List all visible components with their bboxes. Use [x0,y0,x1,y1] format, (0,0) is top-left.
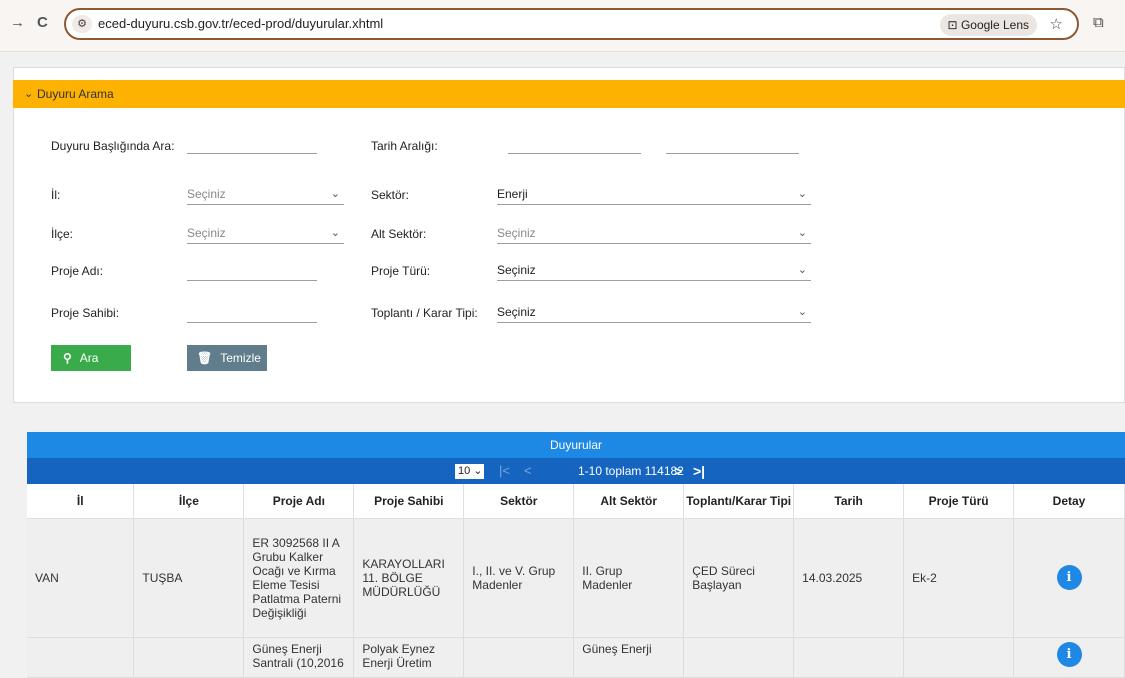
proje-turu-label: Proje Türü: [371,264,431,278]
cell-proje-turu [903,637,1015,678]
cell-detay: i [1013,518,1125,638]
ilce-value: Seçiniz [187,226,226,240]
cell-ilce [133,637,245,678]
chevron-down-icon: ⌄ [797,227,807,239]
chevron-down-icon: ⌄ [797,264,807,276]
alt-sektor-value: Seçiniz [497,226,536,240]
chevron-down-icon: ⌄ [24,88,34,100]
column-header[interactable]: Sektör [463,484,575,519]
sektor-label: Sektör: [371,188,410,202]
search-icon: ⚲ [63,351,72,365]
proje-turu-select[interactable]: Seçiniz ⌄ [497,261,811,281]
il-label: İl: [51,188,61,202]
toplanti-label: Toplantı / Karar Tipi: [371,306,478,320]
proje-sahibi-input[interactable] [187,322,317,323]
cell-proje-sahibi: KARAYOLLARI 11. BÖLGE MÜDÜRLÜĞÜ [353,518,465,638]
chevron-down-icon: ⌄ [330,188,340,200]
chevron-down-icon: ⌄ [797,188,807,200]
next-page-icon[interactable]: > [674,458,682,484]
cell-proje-adi: Güneş Enerji Santrali (10,2016 [243,637,355,678]
cell-ilce: TUŞBA [133,518,245,638]
address-bar[interactable]: ⚙ eced-duyuru.csb.gov.tr/eced-prod/duyur… [64,8,1079,40]
column-header[interactable]: Proje Türü [903,484,1015,519]
column-header[interactable]: Proje Sahibi [353,484,465,519]
date-start-input[interactable] [508,153,641,154]
cell-il [27,637,135,678]
search-panel-title: Duyuru Arama [37,87,114,101]
bookmark-star-icon[interactable]: ☆ [1050,15,1063,33]
title-search-label: Duyuru Başlığında Ara: [51,139,175,153]
title-search-input[interactable] [187,153,317,154]
proje-adi-input[interactable] [187,280,317,281]
google-lens-button[interactable]: ⊡ Google Lens [939,14,1037,36]
proje-turu-value: Seçiniz [497,263,536,277]
toplanti-value: Seçiniz [497,305,536,319]
search-button-label: Ara [79,351,99,365]
extensions-icon[interactable]: ⧉ [1093,14,1104,31]
chevron-down-icon: ⌄ [330,227,340,239]
ilce-select[interactable]: Seçiniz ⌄ [187,224,344,244]
prev-page-icon[interactable]: < [524,458,532,484]
ilce-label: İlçe: [51,227,74,241]
column-header[interactable]: Proje Adı [243,484,355,519]
paginator: 10 ⌄ |< < 1-10 toplam 114182 > >| [27,458,1125,484]
alt-sektor-label: Alt Sektör: [371,227,427,241]
url-text[interactable]: eced-duyuru.csb.gov.tr/eced-prod/duyurul… [98,16,383,31]
cell-tarih [793,637,905,678]
table-header-row: İl İlçe Proje Adı Proje Sahibi Sektör Al… [27,484,1125,519]
cell-detay: i [1013,637,1125,678]
page-size-select[interactable]: 10 ⌄ [455,464,484,479]
site-info-icon[interactable]: ⚙ [72,15,92,33]
cell-il: VAN [27,518,135,638]
column-header[interactable]: Detay [1013,484,1125,519]
toplanti-select[interactable]: Seçiniz ⌄ [497,303,811,323]
info-icon[interactable]: i [1056,565,1082,590]
il-select[interactable]: Seçiniz ⌄ [187,185,344,205]
sektor-value: Enerji [497,187,528,201]
proje-sahibi-label: Proje Sahibi: [51,306,120,320]
search-panel-header[interactable]: ⌄ Duyuru Arama [13,80,1125,108]
column-header[interactable]: Tarih [793,484,905,519]
page-size-value: 10 [458,465,471,477]
alt-sektor-select[interactable]: Seçiniz ⌄ [497,224,811,244]
column-header[interactable]: Toplantı/Karar Tipi [683,484,795,519]
cell-toplanti: ÇED Süreci Başlayan [683,518,795,638]
cell-proje-turu: Ek-2 [903,518,1015,638]
trash-icon: 🗑 [197,351,213,365]
first-page-icon[interactable]: |< [499,458,510,484]
pager-text: 1-10 toplam 114182 [578,464,684,478]
last-page-icon[interactable]: >| [693,458,705,484]
cell-toplanti [683,637,795,678]
cell-tarih: 14.03.2025 [793,518,905,638]
back-icon[interactable]: → [10,14,25,31]
table-row[interactable]: VAN TUŞBA ER 3092568 II A Grubu Kalker O… [27,518,1125,638]
cell-alt-sektor: II. Grup Madenler [573,518,685,638]
cell-sektor: I., II. ve V. Grup Madenler [463,518,575,638]
clear-button-label: Temizle [220,351,261,365]
cell-proje-sahibi: Polyak Eynez Enerji Üretim [353,637,465,678]
reload-icon[interactable]: C [37,14,48,31]
date-range-label: Tarih Aralığı: [371,139,438,153]
cell-sektor [463,637,575,678]
results-table: İl İlçe Proje Adı Proje Sahibi Sektör Al… [27,484,1125,678]
date-end-input[interactable] [666,153,799,154]
sektor-select[interactable]: Enerji ⌄ [497,185,811,205]
search-button[interactable]: ⚲ Ara [51,345,131,371]
proje-adi-label: Proje Adı: [51,264,104,278]
info-icon[interactable]: i [1056,641,1082,667]
google-lens-label: Google Lens [960,18,1029,32]
il-value: Seçiniz [187,187,226,201]
chevron-down-icon: ⌄ [797,306,807,318]
results-title: Duyurular [27,432,1125,458]
column-header[interactable]: Alt Sektör [573,484,685,519]
column-header[interactable]: İl [27,484,135,519]
column-header[interactable]: İlçe [133,484,245,519]
cell-proje-adi: ER 3092568 II A Grubu Kalker Ocağı ve Kı… [243,518,355,638]
cell-alt-sektor: Güneş Enerji [573,637,685,678]
browser-toolbar: → C ⚙ eced-duyuru.csb.gov.tr/eced-prod/d… [0,0,1125,52]
table-row[interactable]: Güneş Enerji Santrali (10,2016 Polyak Ey… [27,637,1125,678]
clear-button[interactable]: 🗑 Temizle [187,345,267,371]
